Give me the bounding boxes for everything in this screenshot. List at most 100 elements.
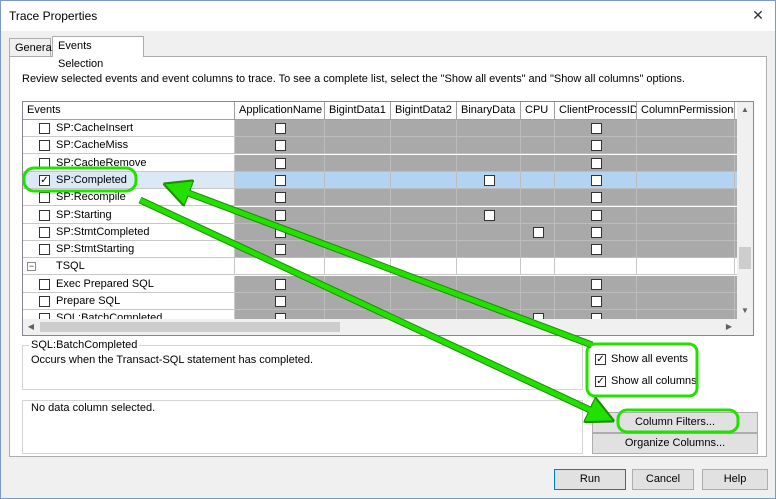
- column-checkbox[interactable]: [591, 296, 602, 307]
- column-filters-button[interactable]: Column Filters...: [592, 412, 758, 433]
- column-checkbox[interactable]: [591, 209, 602, 221]
- events-grid[interactable]: Events ApplicationName BigintData1 BigintDa…: [22, 101, 754, 336]
- event-label: SQL:BatchCompleted: [56, 312, 163, 319]
- column-cell: [235, 120, 325, 137]
- event-label: SP:Starting: [56, 208, 112, 221]
- cancel-button[interactable]: Cancel: [632, 469, 694, 490]
- event-cell: SP:StmtCompleted: [23, 223, 235, 241]
- event-checkbox[interactable]: [39, 244, 50, 256]
- column-header[interactable]: CPU: [521, 102, 555, 119]
- tab-events-selection[interactable]: Events Selection: [52, 36, 144, 70]
- event-row[interactable]: SP:Recompile: [23, 189, 743, 207]
- column-checkbox[interactable]: [275, 192, 286, 204]
- event-row[interactable]: SP:StmtStarting: [23, 241, 743, 259]
- event-checkbox[interactable]: [39, 157, 50, 169]
- tab-general[interactable]: General: [9, 38, 54, 56]
- event-checkbox[interactable]: [39, 140, 50, 152]
- show-all-events-checkbox[interactable]: ✓: [595, 353, 606, 365]
- event-label: SP:Completed: [56, 173, 127, 186]
- scroll-down-icon[interactable]: ▼: [737, 303, 753, 319]
- column-cell: [391, 189, 457, 207]
- vertical-scrollbar[interactable]: ▲ ▼: [737, 102, 753, 319]
- column-header[interactable]: BigintData1: [325, 102, 391, 119]
- column-cell: [521, 275, 555, 293]
- column-cell: [555, 206, 637, 224]
- column-checkbox[interactable]: [275, 157, 286, 169]
- column-checkbox[interactable]: [275, 296, 286, 307]
- column-header[interactable]: Events: [23, 102, 235, 119]
- scroll-up-icon[interactable]: ▲: [737, 102, 753, 118]
- horizontal-scroll-thumb[interactable]: [40, 322, 340, 332]
- event-label: SP:StmtStarting: [56, 243, 135, 256]
- column-checkbox[interactable]: [275, 140, 286, 152]
- column-cell: [521, 120, 555, 137]
- column-header[interactable]: ApplicationName: [235, 102, 325, 119]
- column-cell: [325, 275, 391, 293]
- event-row[interactable]: Prepare SQL: [23, 293, 743, 310]
- category-row[interactable]: − TSQL: [23, 258, 743, 276]
- column-header[interactable]: BinaryData: [457, 102, 521, 119]
- column-cell: [555, 120, 637, 137]
- event-row[interactable]: SQL:BatchCompleted: [23, 310, 743, 319]
- show-all-columns-option[interactable]: ✓ Show all columns: [595, 373, 697, 389]
- column-checkbox[interactable]: [484, 174, 495, 186]
- column-header[interactable]: BigintData2: [391, 102, 457, 119]
- event-row[interactable]: SP:CacheMiss: [23, 137, 743, 155]
- column-cell: [637, 120, 735, 137]
- column-checkbox[interactable]: [591, 244, 602, 256]
- column-checkbox[interactable]: [275, 209, 286, 221]
- horizontal-scrollbar[interactable]: ◀ ▶: [23, 319, 737, 335]
- help-button[interactable]: Help: [702, 469, 768, 490]
- column-checkbox[interactable]: [591, 278, 602, 290]
- column-checkbox[interactable]: [591, 226, 602, 238]
- organize-columns-button[interactable]: Organize Columns...: [592, 433, 758, 454]
- event-checkbox[interactable]: [39, 209, 50, 221]
- column-header[interactable]: ClientProcessID: [555, 102, 637, 119]
- column-checkbox[interactable]: [591, 157, 602, 169]
- column-checkbox[interactable]: [484, 209, 495, 221]
- column-cell: [325, 137, 391, 155]
- show-all-columns-checkbox[interactable]: ✓: [595, 375, 606, 387]
- column-checkbox[interactable]: [591, 192, 602, 204]
- event-checkbox[interactable]: [39, 123, 50, 134]
- column-checkbox[interactable]: [591, 123, 602, 134]
- event-row[interactable]: SP:StmtCompleted: [23, 223, 743, 241]
- event-checkbox[interactable]: [39, 192, 50, 204]
- column-checkbox[interactable]: [591, 140, 602, 152]
- event-row[interactable]: SP:CacheInsert: [23, 120, 743, 137]
- column-cell: [391, 241, 457, 259]
- vertical-scroll-thumb[interactable]: [739, 247, 751, 269]
- event-row[interactable]: Exec Prepared SQL: [23, 275, 743, 293]
- column-checkbox[interactable]: [275, 123, 286, 134]
- grid-body: SP:CacheInsert SP:CacheMiss SP:CacheRemove…: [23, 120, 743, 319]
- column-header[interactable]: ColumnPermissions: [637, 102, 735, 119]
- event-row[interactable]: SP:CacheRemove: [23, 154, 743, 172]
- column-cell: [325, 258, 391, 276]
- collapse-icon[interactable]: −: [27, 262, 36, 272]
- column-checkbox[interactable]: [533, 226, 544, 238]
- run-button[interactable]: Run: [554, 469, 626, 490]
- column-checkbox[interactable]: [275, 278, 286, 290]
- show-all-events-label: Show all events: [611, 353, 689, 365]
- column-checkbox[interactable]: [275, 244, 286, 256]
- scroll-left-icon[interactable]: ◀: [23, 319, 39, 335]
- event-row[interactable]: SP:Starting: [23, 206, 743, 224]
- column-cell: [235, 137, 325, 155]
- column-cell: [457, 206, 521, 224]
- column-checkbox[interactable]: [275, 226, 286, 238]
- column-checkbox[interactable]: [275, 174, 286, 186]
- event-checkbox[interactable]: [39, 226, 50, 238]
- event-row[interactable]: ✓ SP:Completed: [23, 171, 743, 189]
- column-description-text: No data column selected.: [31, 402, 156, 414]
- event-checkbox[interactable]: ✓: [39, 174, 50, 186]
- column-checkbox[interactable]: [591, 174, 602, 186]
- column-cell: [555, 171, 637, 189]
- show-all-columns-label: Show all columns: [611, 375, 697, 387]
- column-cell: [637, 275, 735, 293]
- column-cell: [325, 120, 391, 137]
- show-all-events-option[interactable]: ✓ Show all events: [595, 351, 688, 367]
- event-checkbox[interactable]: [39, 278, 50, 290]
- scroll-right-icon[interactable]: ▶: [721, 319, 737, 335]
- close-icon[interactable]: ✕: [747, 5, 769, 25]
- event-checkbox[interactable]: [39, 296, 50, 307]
